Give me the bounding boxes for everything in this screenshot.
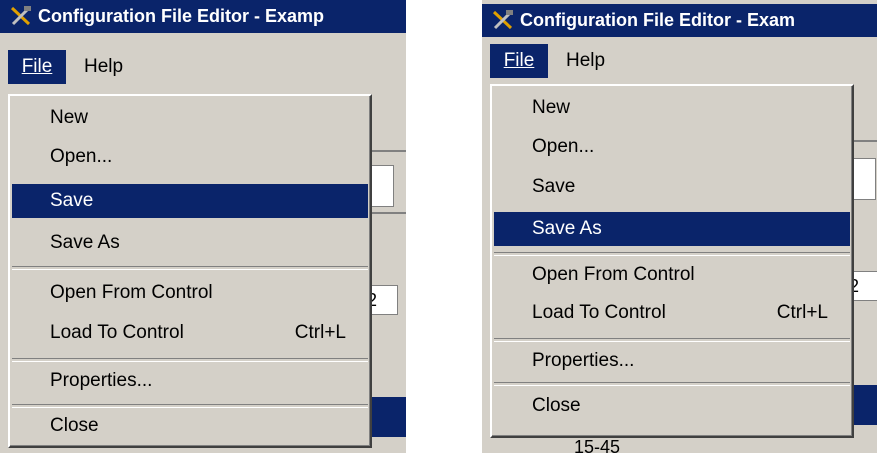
menu-separator — [494, 252, 850, 256]
menu-item-new[interactable]: New — [12, 101, 368, 135]
shortcut-label: Ctrl+L — [294, 322, 346, 343]
background-text: 15-45 — [574, 437, 621, 453]
menu-item-properties[interactable]: Properties... — [12, 364, 368, 398]
menu-separator — [494, 382, 850, 386]
menu-bar: File Help — [482, 44, 877, 78]
window-title: Configuration File Editor - Examp — [38, 6, 325, 26]
title-bar: Configuration File Editor - Examp — [0, 0, 406, 33]
background-divider — [366, 150, 406, 152]
window-left: Configuration File Editor - Examp File H… — [0, 0, 406, 453]
menu-item-save[interactable]: Save — [494, 170, 850, 204]
menu-item-open[interactable]: Open... — [494, 130, 850, 164]
window-title: Configuration File Editor - Exam — [520, 10, 796, 30]
menu-item-save-as[interactable]: Save As — [494, 212, 850, 246]
background-highlight-bar — [366, 397, 406, 437]
menu-item-save-as[interactable]: Save As — [12, 226, 368, 260]
menu-item-save[interactable]: Save — [12, 184, 368, 218]
background-divider — [366, 212, 406, 214]
title-bar: Configuration File Editor - Exam — [482, 4, 877, 37]
menu-bar: File Help — [0, 50, 406, 84]
menu-item-close[interactable]: Close — [12, 409, 368, 443]
menu-item-properties[interactable]: Properties... — [494, 344, 850, 378]
file-menu-dropdown: New Open... Save Save As Open From Contr… — [490, 84, 854, 438]
menu-file[interactable]: File — [8, 50, 66, 84]
menu-item-load-to-control[interactable]: Load To Control Ctrl+L — [12, 316, 368, 350]
menu-separator — [12, 404, 368, 408]
window-right: Configuration File Editor - Exam File He… — [482, 0, 877, 453]
menu-separator — [12, 266, 368, 270]
file-menu-dropdown: New Open... Save Save As Open From Contr… — [8, 94, 372, 448]
tools-icon — [10, 6, 31, 26]
menu-item-open[interactable]: Open... — [12, 140, 368, 174]
menu-separator — [12, 358, 368, 362]
menu-item-new[interactable]: New — [494, 91, 850, 125]
menu-help[interactable]: Help — [566, 44, 605, 78]
menu-item-open-from-control[interactable]: Open From Control — [494, 258, 850, 292]
shortcut-label: Ctrl+L — [776, 302, 828, 323]
menu-item-load-to-control[interactable]: Load To Control Ctrl+L — [494, 296, 850, 330]
menu-separator — [494, 338, 850, 342]
menu-file[interactable]: File — [490, 44, 548, 78]
menu-item-close[interactable]: Close — [494, 389, 850, 423]
tools-icon — [492, 10, 513, 30]
menu-item-open-from-control[interactable]: Open From Control — [12, 276, 368, 310]
menu-help[interactable]: Help — [84, 50, 123, 84]
